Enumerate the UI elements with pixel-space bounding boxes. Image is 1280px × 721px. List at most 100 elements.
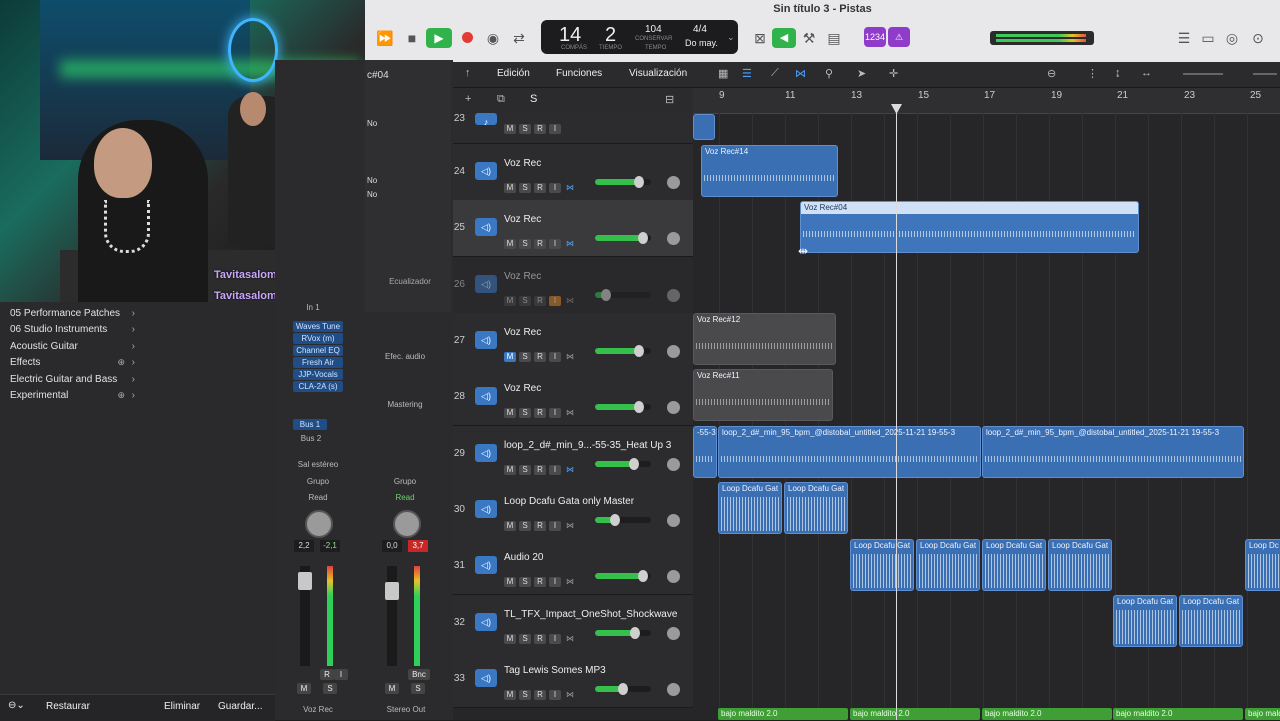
monitor-toggle[interactable]: ◀ bbox=[772, 28, 796, 48]
play-button[interactable]: ▶ bbox=[426, 28, 452, 48]
flex-icon[interactable]: ⋈ bbox=[564, 465, 576, 475]
record-enable-button[interactable]: R bbox=[320, 669, 334, 680]
audio-region[interactable]: Loop Dc bbox=[1245, 539, 1280, 591]
record-button[interactable]: R bbox=[534, 690, 546, 700]
mute-button[interactable]: M bbox=[504, 124, 516, 134]
track-row[interactable]: 23 ♪ MSRI bbox=[453, 113, 693, 144]
audio-region[interactable]: Loop Dcafu Gat bbox=[850, 539, 914, 591]
input-button[interactable]: I bbox=[549, 124, 561, 134]
solo-button[interactable]: S bbox=[519, 690, 531, 700]
edit-menu[interactable]: Edición bbox=[497, 68, 530, 79]
audio-region[interactable]: Loop Dcafu Gat bbox=[784, 482, 848, 534]
record-button[interactable]: R bbox=[534, 352, 546, 362]
library-item[interactable]: Electric Guitar and Bass › bbox=[10, 374, 135, 390]
loop-browser-icon[interactable]: ⊙ bbox=[1246, 28, 1270, 48]
volume-handle[interactable] bbox=[637, 232, 648, 244]
track-row[interactable]: 30 ◁) Loop Dcafu Gata only Master M S R I ⋈ bbox=[453, 482, 693, 539]
input-monitor-button[interactable]: I bbox=[334, 669, 348, 680]
options-icon[interactable]: ⊖⌄ bbox=[8, 700, 25, 711]
solo-button[interactable]: S bbox=[519, 465, 531, 475]
volume-handle[interactable] bbox=[609, 514, 620, 526]
input-slot[interactable]: In 1 bbox=[283, 303, 343, 312]
lcd-display[interactable]: 14 2 COMPÁS TIEMPO 104 CONSERVAR TEMPO 4… bbox=[541, 20, 738, 54]
stop-icon[interactable]: ■ bbox=[400, 28, 424, 48]
track-row[interactable]: 29 ◁) loop_2_d#_min_9...-55-35_Heat Up 3 MS… bbox=[453, 426, 693, 483]
track-row[interactable]: 25 ◁) Voz Rec M S R I ⋈ bbox=[453, 200, 693, 257]
catch-icon[interactable]: ⚲ bbox=[825, 67, 833, 80]
pan-knob[interactable] bbox=[667, 514, 680, 527]
midi-region[interactable]: bajo maldito 2.0 bbox=[1245, 708, 1280, 720]
audio-region[interactable]: -55-3 bbox=[693, 426, 717, 478]
track-volume[interactable] bbox=[595, 458, 651, 470]
track-volume[interactable] bbox=[595, 176, 651, 188]
pan-knob[interactable] bbox=[667, 176, 680, 189]
audio-region[interactable] bbox=[693, 114, 715, 140]
pan-knob[interactable] bbox=[667, 232, 680, 245]
track-name[interactable]: Voz Rec bbox=[504, 158, 541, 169]
track-row[interactable]: 33 ◁) Tag Lewis Somes MP3 M S R I ⋈ bbox=[453, 651, 693, 708]
score-icon[interactable]: ▤ bbox=[822, 28, 846, 48]
pan-knob[interactable] bbox=[305, 510, 333, 538]
pencil-tool-icon[interactable]: ✛ bbox=[889, 67, 898, 80]
send-slot[interactable]: Bus 2 bbox=[281, 434, 341, 443]
record-button[interactable]: R bbox=[534, 521, 546, 531]
pan-knob[interactable] bbox=[667, 627, 680, 640]
pan-knob[interactable] bbox=[667, 458, 680, 471]
volume-handle[interactable] bbox=[633, 176, 644, 188]
track-name[interactable]: Loop Dcafu Gata only Master bbox=[504, 496, 634, 507]
audio-region[interactable]: Loop Dcafu Gat bbox=[1048, 539, 1112, 591]
tuner-icon[interactable]: ⚒ bbox=[797, 28, 821, 48]
flex-icon[interactable]: ⋈ bbox=[564, 521, 576, 531]
track-volume[interactable] bbox=[595, 683, 651, 695]
waveform-zoom-icon[interactable]: ⋮ bbox=[1087, 67, 1098, 80]
track-name[interactable]: Audio 20 bbox=[504, 552, 543, 563]
pan-knob[interactable] bbox=[393, 510, 421, 538]
param-row[interactable]: No bbox=[365, 188, 453, 201]
input-monitor-button[interactable]: I bbox=[549, 296, 561, 306]
list-editor-icon[interactable]: ⊠ bbox=[748, 28, 772, 48]
param-row[interactable]: No bbox=[365, 174, 453, 187]
track-volume[interactable] bbox=[595, 514, 651, 526]
volume-handle[interactable] bbox=[637, 570, 648, 582]
input-monitor-button[interactable]: I bbox=[549, 465, 561, 475]
midi-region[interactable]: bajo maldito 2.0 bbox=[982, 708, 1112, 720]
download-icon[interactable]: ⊕ bbox=[117, 357, 125, 368]
add-track-icon[interactable]: + bbox=[465, 93, 471, 105]
record-button[interactable]: R bbox=[534, 408, 546, 418]
pan-knob[interactable] bbox=[667, 289, 680, 302]
zoom-out-icon[interactable]: ⊖ bbox=[1047, 67, 1056, 80]
flex-icon[interactable]: ⋈ bbox=[564, 577, 576, 587]
mastering-slot[interactable]: Mastering bbox=[375, 400, 435, 409]
record-button[interactable]: R bbox=[534, 124, 546, 134]
track-volume[interactable] bbox=[595, 570, 651, 582]
mute-button[interactable]: M bbox=[504, 690, 516, 700]
arrange-area[interactable]: 9 11 13 15 17 19 21 23 25 Voz Rec#14 Voz Rec#04 Vo… bbox=[693, 88, 1280, 720]
collapse-icon[interactable]: ⊟ bbox=[665, 93, 674, 106]
plugin-slot[interactable]: JJP-Vocals bbox=[293, 369, 343, 380]
library-item[interactable]: 05 Performance Patches › bbox=[10, 308, 135, 324]
pan-knob[interactable] bbox=[667, 570, 680, 583]
mute-button[interactable]: M bbox=[504, 634, 516, 644]
input-monitor-button[interactable]: I bbox=[549, 352, 561, 362]
flex-icon[interactable]: ⋈ bbox=[564, 352, 576, 362]
record-button[interactable]: R bbox=[534, 239, 546, 249]
track-name[interactable]: Tag Lewis Somes MP3 bbox=[504, 665, 606, 676]
volume-fader[interactable] bbox=[385, 582, 399, 600]
mute-button[interactable]: M bbox=[297, 683, 311, 694]
track-volume[interactable] bbox=[595, 401, 651, 413]
audio-region[interactable]: loop_2_d#_min_95_bpm_@distobal_untitled_… bbox=[982, 426, 1244, 478]
group-slot[interactable]: Grupo bbox=[288, 477, 348, 486]
audio-region[interactable]: Loop Dcafu Gat bbox=[1179, 595, 1243, 647]
track-name[interactable]: Voz Rec bbox=[504, 327, 541, 338]
track-row[interactable]: 24 ◁) Voz Rec M S R I ⋈ bbox=[453, 144, 693, 201]
volume-handle[interactable] bbox=[633, 345, 644, 357]
audio-region[interactable]: Voz Rec#14 bbox=[701, 145, 838, 197]
browser-icon[interactable]: ◎ bbox=[1220, 28, 1244, 48]
volume-handle[interactable] bbox=[630, 627, 641, 639]
midi-region[interactable]: bajo maldito 2.0 bbox=[1113, 708, 1243, 720]
solo-button[interactable]: S bbox=[519, 521, 531, 531]
solo-button[interactable]: S bbox=[519, 634, 531, 644]
horizontal-zoom-slider[interactable] bbox=[1253, 73, 1277, 75]
automation-mode[interactable]: Read bbox=[375, 493, 435, 502]
back-arrow-icon[interactable]: ↑ bbox=[465, 67, 471, 79]
